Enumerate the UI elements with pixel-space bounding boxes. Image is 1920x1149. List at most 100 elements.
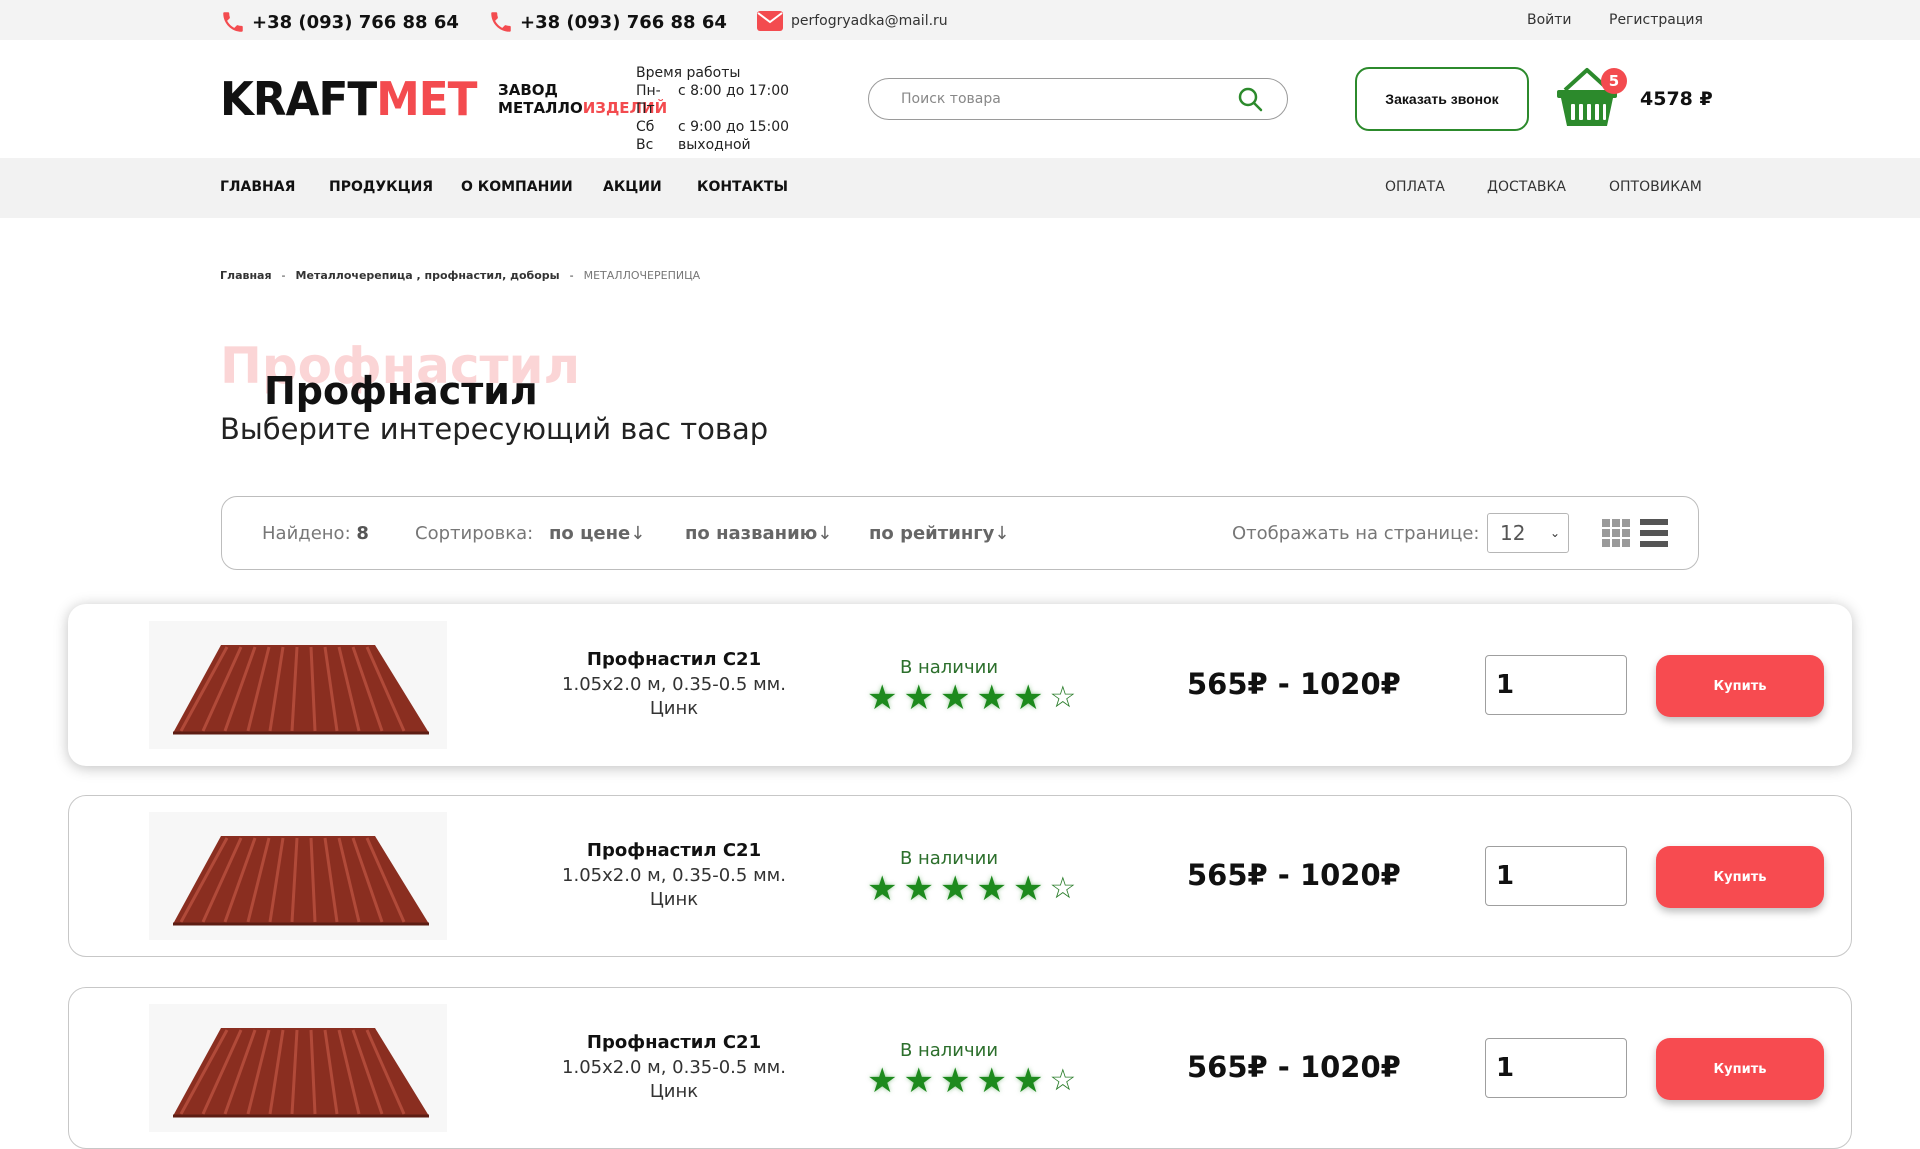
product-image[interactable] (149, 812, 447, 940)
star-filled-icon: ★ (867, 678, 898, 718)
star-filled-icon: ★ (976, 1061, 1007, 1101)
product-image[interactable] (149, 621, 447, 749)
star-filled-icon: ★ (976, 869, 1007, 909)
product-image[interactable] (149, 1004, 447, 1132)
star-filled-icon: ★ (939, 678, 971, 718)
logo-wordmark: KRAFTMET (220, 72, 477, 126)
star-empty-icon: ☆ (1049, 871, 1077, 906)
star-filled-icon: ★ (903, 869, 934, 909)
main-nav: ГЛАВНАЯ ПРОДУКЦИЯ О КОМПАНИИ АКЦИИ КОНТА… (0, 158, 1920, 218)
nav-promotions[interactable]: АКЦИИ (603, 179, 662, 195)
star-filled-icon: ★ (939, 1061, 971, 1101)
star-filled-icon: ★ (903, 1061, 934, 1101)
filter-bar: Найдено: 8 Сортировка: по цене↓ по назва… (221, 496, 1699, 570)
star-filled-icon: ★ (867, 869, 898, 909)
product-card: Профнастил С21 1.05x2.0 м, 0.35-0.5 мм. … (68, 795, 1852, 957)
nav-contacts[interactable]: КОНТАКТЫ (697, 179, 788, 195)
email-link[interactable]: perfogryadka@mail.ru (757, 11, 948, 31)
product-specs: 1.05x2.0 м, 0.35-0.5 мм. Цинк (562, 674, 786, 719)
star-empty-icon: ☆ (1049, 1063, 1077, 1098)
top-bar: +38 (093) 766 88 64 +38 (093) 766 88 64 … (0, 0, 1920, 40)
arrow-down-icon: ↓ (630, 523, 646, 544)
per-page-label: Отображать на странице: (1232, 523, 1480, 544)
rating-stars[interactable]: ★ ★ ★ ★ ★ ☆ (867, 869, 1082, 909)
buy-button[interactable]: Купить (1656, 655, 1824, 717)
product-specs: 1.05x2.0 м, 0.35-0.5 мм. Цинк (562, 865, 786, 910)
phone-icon (491, 12, 511, 32)
mail-icon (757, 11, 783, 31)
nav-about[interactable]: О КОМПАНИИ (461, 179, 573, 195)
buy-button[interactable]: Купить (1656, 846, 1824, 908)
login-link[interactable]: Войти (1527, 12, 1572, 28)
search-input[interactable] (901, 91, 1221, 107)
cart-count-badge: 5 (1601, 68, 1627, 94)
star-filled-icon: ★ (939, 869, 971, 909)
product-title[interactable]: Профнастил С21 (559, 840, 789, 861)
quantity-input[interactable] (1485, 655, 1627, 715)
product-price: 565₽ - 1020₽ (1187, 858, 1401, 892)
star-filled-icon: ★ (903, 678, 934, 718)
page-title: Профнастил (264, 369, 538, 413)
quantity-input[interactable] (1485, 846, 1627, 906)
sort-by-name[interactable]: по названию↓ (685, 523, 832, 544)
breadcrumb-separator: - (569, 269, 574, 282)
star-filled-icon: ★ (1012, 1061, 1044, 1101)
product-card: Профнастил С21 1.05x2.0 м, 0.35-0.5 мм. … (68, 987, 1852, 1149)
per-page-value: 12 (1500, 521, 1526, 545)
breadcrumb-current: МЕТАЛЛОЧЕРЕПИЦА (583, 269, 701, 282)
stock-status: В наличии (899, 848, 999, 869)
breadcrumb-separator: - (281, 269, 286, 282)
nav-home[interactable]: ГЛАВНАЯ (220, 179, 295, 195)
product-card: Профнастил С21 1.05x2.0 м, 0.35-0.5 мм. … (68, 604, 1852, 766)
cart-total: 4578 ₽ (1640, 88, 1713, 110)
product-price: 565₽ - 1020₽ (1187, 667, 1401, 701)
breadcrumb-home[interactable]: Главная (220, 269, 272, 282)
working-hours: Время работы Пн-Пт с 8:00 до 17:00 Сб с 9:… (636, 64, 789, 154)
phone-number-2: +38 (093) 766 88 64 (520, 11, 727, 33)
grid-view-icon[interactable] (1602, 519, 1630, 547)
star-filled-icon: ★ (1012, 678, 1044, 718)
sort-by-price[interactable]: по цене↓ (549, 523, 645, 544)
nav-delivery[interactable]: ДОСТАВКА (1487, 179, 1566, 195)
quantity-input[interactable] (1485, 1038, 1627, 1098)
per-page-select[interactable]: 12 ⌄ (1487, 513, 1569, 553)
callback-button[interactable]: Заказать звонок (1355, 67, 1529, 131)
arrow-down-icon: ↓ (994, 523, 1010, 544)
product-specs: 1.05x2.0 м, 0.35-0.5 мм. Цинк (562, 1057, 786, 1102)
phone-link-2[interactable]: +38 (093) 766 88 64 (488, 9, 727, 35)
star-filled-icon: ★ (976, 678, 1007, 718)
header: KRAFTMET ЗАВОД МЕТАЛЛОИЗДЕЛИЙ Время рабо… (0, 40, 1920, 158)
cart-button[interactable]: 5 (1555, 64, 1627, 130)
phone-icon (223, 12, 243, 32)
star-filled-icon: ★ (1012, 869, 1044, 909)
nav-products[interactable]: ПРОДУКЦИЯ (329, 179, 433, 195)
breadcrumb-category[interactable]: Металлочерепица , профнастил, доборы (296, 269, 560, 282)
arrow-down-icon: ↓ (817, 523, 833, 544)
sort-by-rating[interactable]: по рейтингу↓ (869, 523, 1010, 544)
stock-status: В наличии (899, 1040, 999, 1061)
phone-link-1[interactable]: +38 (093) 766 88 64 (220, 9, 459, 35)
product-price: 565₽ - 1020₽ (1187, 1050, 1401, 1084)
star-empty-icon: ☆ (1049, 680, 1077, 715)
search-icon[interactable] (1237, 86, 1263, 112)
breadcrumb: Главная - Металлочерепица , профнастил, … (220, 269, 710, 282)
product-title[interactable]: Профнастил С21 (559, 1032, 789, 1053)
rating-stars[interactable]: ★ ★ ★ ★ ★ ☆ (867, 1061, 1082, 1101)
register-link[interactable]: Регистрация (1609, 12, 1703, 28)
nav-wholesale[interactable]: ОПТОВИКАМ (1609, 179, 1702, 195)
hours-row: Сб с 9:00 до 15:00 (636, 119, 790, 135)
sort-label: Сортировка: (415, 523, 534, 544)
logo[interactable]: KRAFTMET ЗАВОД МЕТАЛЛОИЗДЕЛИЙ (220, 76, 667, 122)
stock-status: В наличии (899, 657, 999, 678)
hours-title: Время работы (636, 65, 741, 81)
hours-row: Пн-Пт с 8:00 до 17:00 (636, 83, 790, 117)
search-box (868, 78, 1288, 120)
phone-number-1: +38 (093) 766 88 64 (252, 11, 459, 33)
list-view-icon[interactable] (1640, 519, 1668, 547)
nav-payment[interactable]: ОПЛАТА (1385, 179, 1445, 195)
star-filled-icon: ★ (867, 1061, 898, 1101)
hours-row: Вс выходной (636, 137, 751, 153)
buy-button[interactable]: Купить (1656, 1038, 1824, 1100)
rating-stars[interactable]: ★ ★ ★ ★ ★ ☆ (867, 678, 1082, 718)
product-title[interactable]: Профнастил С21 (559, 649, 789, 670)
